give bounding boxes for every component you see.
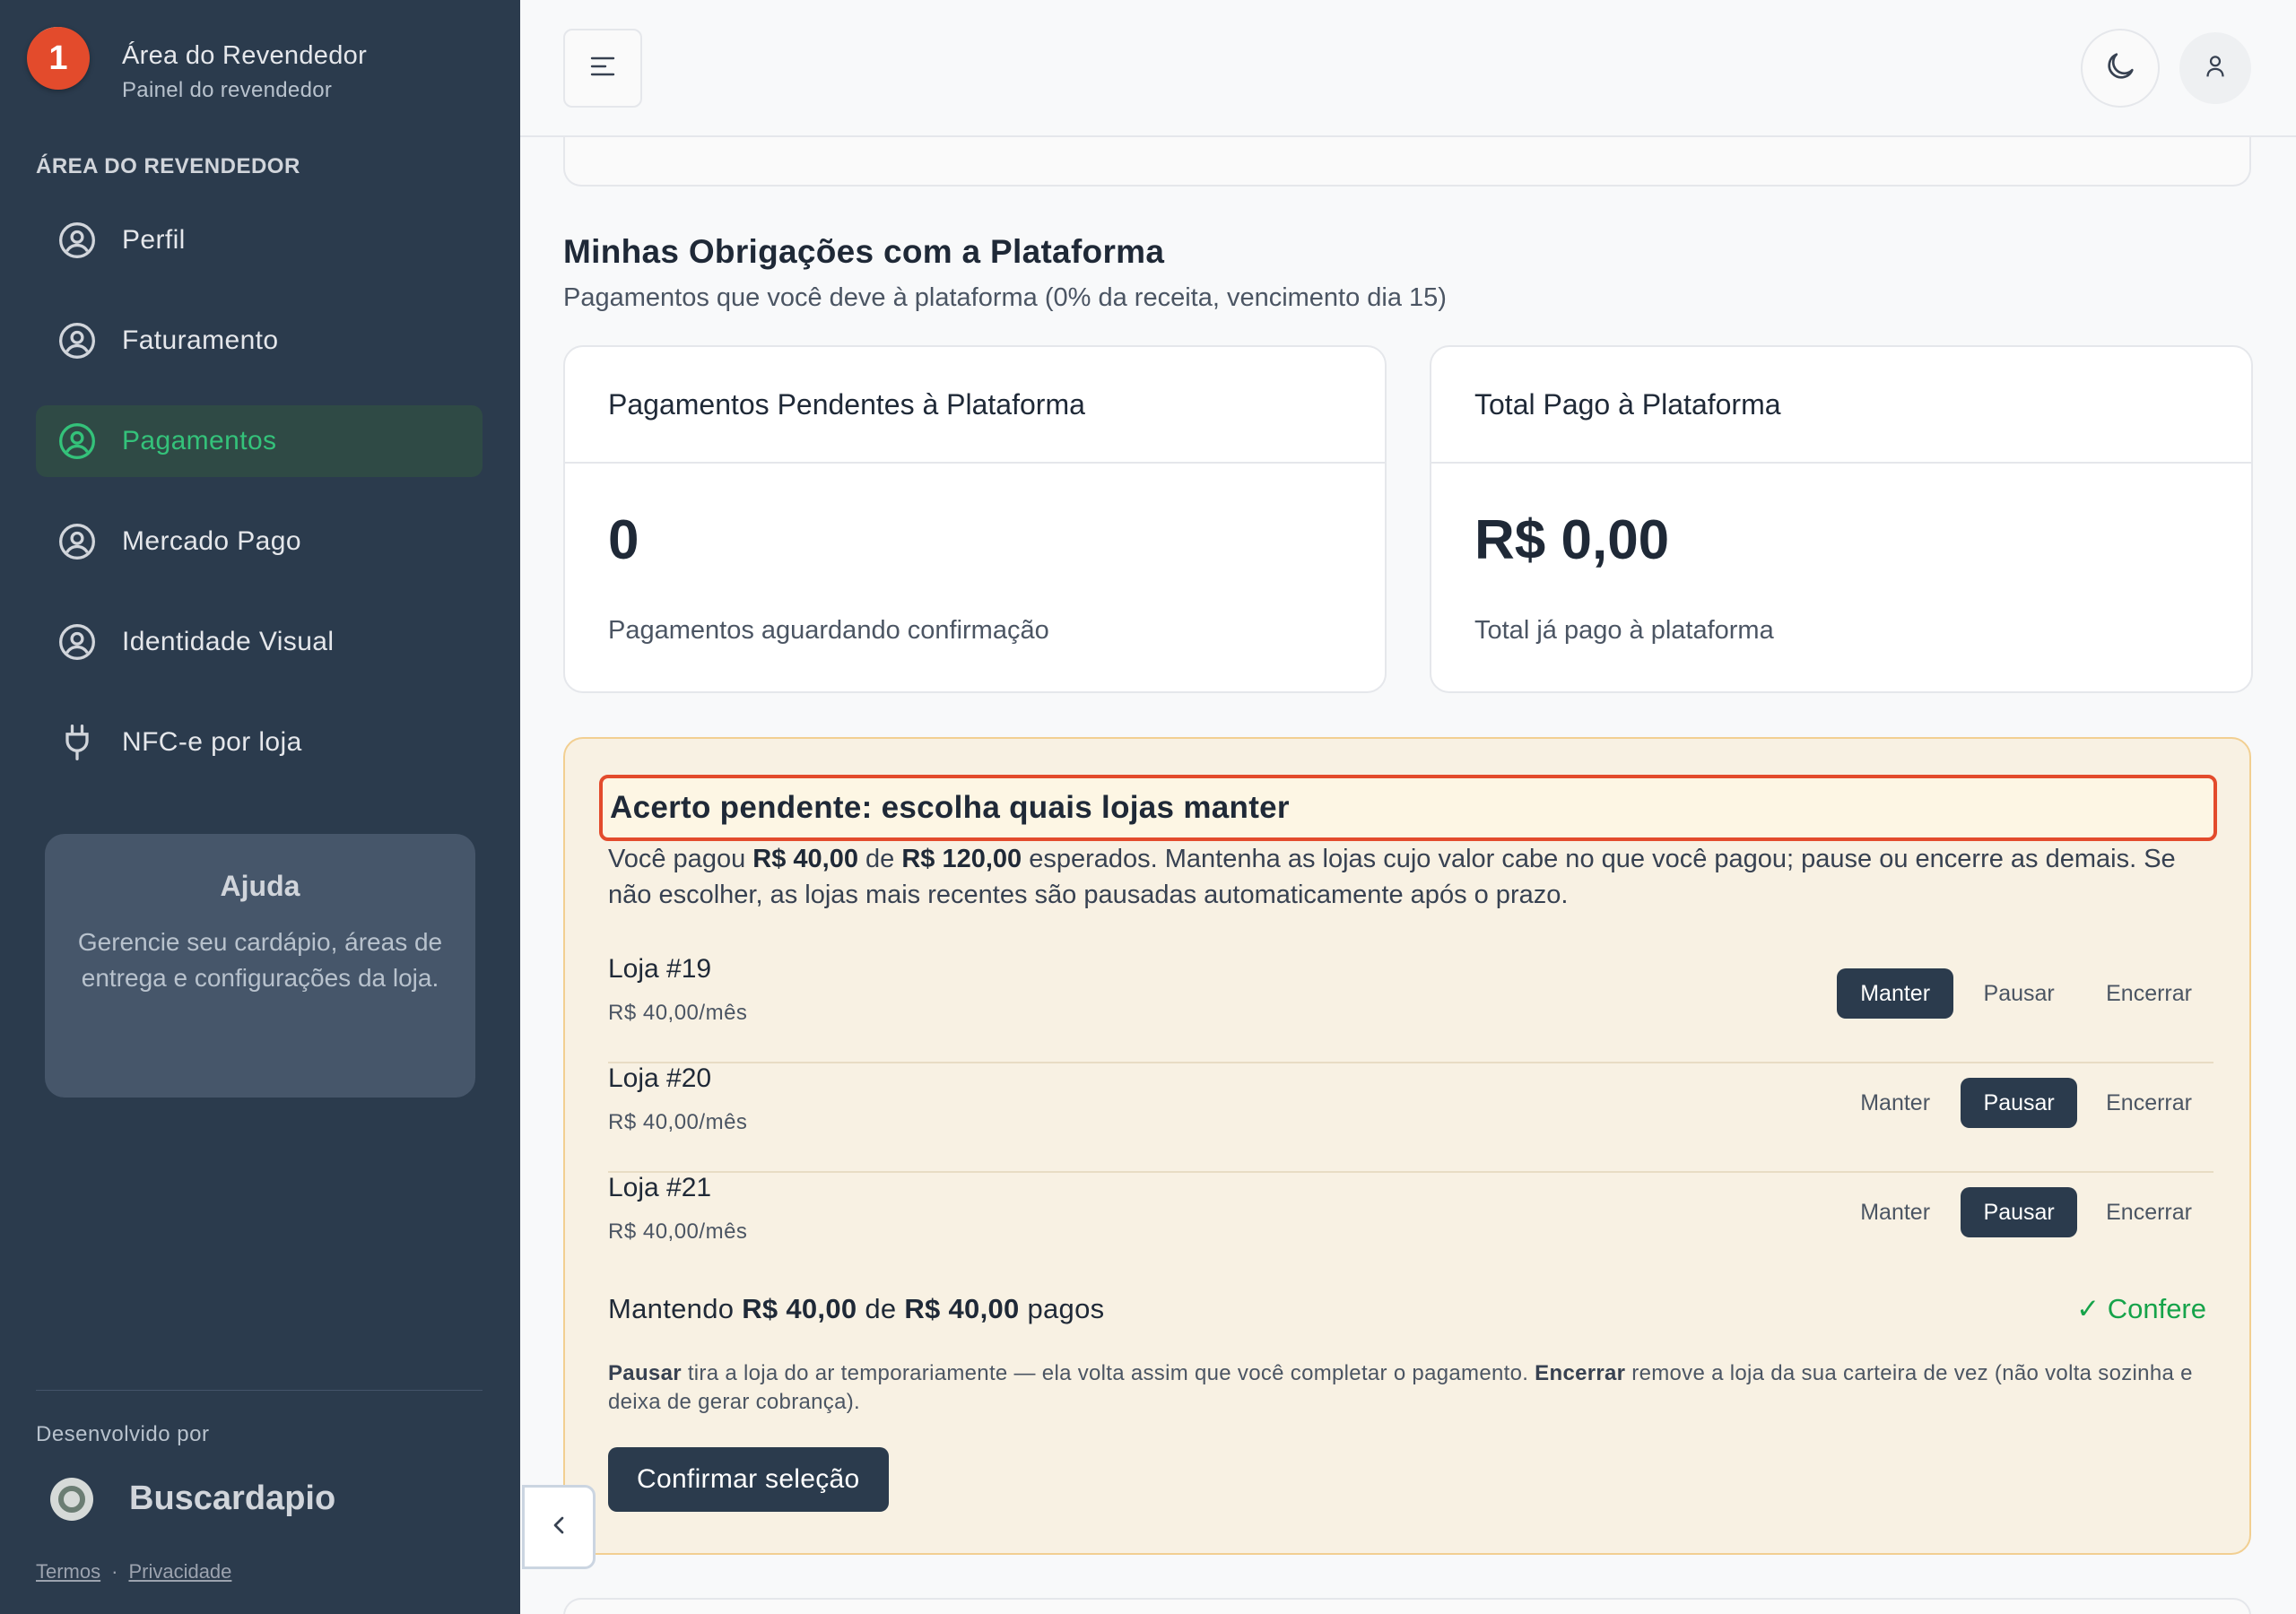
- paid-amount: R$ 40,00: [752, 845, 858, 873]
- confirm-selection-button[interactable]: Confirmar seleção: [608, 1447, 889, 1512]
- sidebar-item-label: Mercado Pago: [122, 526, 301, 556]
- settlement-title: Acerto pendente: escolha quais lojas man…: [610, 790, 1290, 825]
- pending-payments-card: Pagamentos Pendentes à Plataforma 0 Paga…: [563, 345, 1387, 693]
- topbar: [520, 0, 2296, 137]
- help-text: Gerencie seu cardápio, áreas de entrega …: [77, 928, 443, 992]
- settlement-title-box: Acerto pendente: escolha quais lojas man…: [599, 775, 2217, 841]
- store-option-group: Manter Pausar Encerrar: [1837, 968, 2213, 1019]
- collapse-sidebar-button[interactable]: [522, 1485, 596, 1569]
- sidebar-nav: Perfil Faturamento Pagamentos Mercado Pa…: [36, 204, 483, 807]
- store-price: R$ 40,00/mês: [608, 1001, 748, 1025]
- keeping-summary: Mantendo R$ 40,00 de R$ 40,00 pagos: [608, 1293, 1105, 1324]
- terms-link[interactable]: Termos: [36, 1560, 100, 1583]
- pending-card-value: 0: [608, 509, 639, 571]
- sidebar-divider: [36, 1390, 483, 1391]
- brand-subtitle: Painel do revendedor: [122, 78, 333, 102]
- theme-toggle-button[interactable]: [2081, 29, 2160, 108]
- sidebar-item-perfil[interactable]: Perfil: [36, 204, 483, 276]
- keep-option[interactable]: Manter: [1837, 1187, 1953, 1237]
- store-row: Loja #19 R$ 40,00/mês Manter Pausar Ence…: [608, 954, 2213, 1063]
- developed-by-label: Desenvolvido por: [36, 1422, 210, 1446]
- store-price: R$ 40,00/mês: [608, 1110, 748, 1134]
- total-paid-card: Total Pago à Plataforma R$ 0,00 Total já…: [1430, 345, 2253, 693]
- notification-badge[interactable]: 1: [27, 27, 90, 90]
- pause-option[interactable]: Pausar: [1961, 1187, 2078, 1237]
- brand-title: Área do Revendedor: [122, 41, 368, 70]
- sidebar-item-label: Pagamentos: [122, 426, 277, 456]
- store-option-group: Manter Pausar Encerrar: [1837, 1078, 2213, 1128]
- user-circle-icon: [57, 622, 97, 662]
- pending-settlement-panel: Acerto pendente: escolha quais lojas man…: [563, 737, 2251, 1555]
- paid-card-description: Total já pago à plataforma: [1474, 616, 1774, 645]
- brand-text: Área do Revendedor Painel do revendedor: [122, 41, 367, 103]
- sidebar-item-nfce[interactable]: NFC-e por loja: [36, 707, 483, 778]
- settlement-note: Pausar tira a loja do ar temporariamente…: [608, 1361, 2193, 1414]
- user-circle-icon: [57, 321, 97, 360]
- sidebar-item-label: Perfil: [122, 225, 186, 255]
- keep-option[interactable]: Manter: [1837, 968, 1954, 1019]
- sidebar-item-label: Faturamento: [122, 325, 279, 355]
- expected-amount: R$ 120,00: [901, 845, 1022, 873]
- pending-card-title: Pagamentos Pendentes à Plataforma: [565, 347, 1385, 464]
- help-card: Ajuda Gerencie seu cardápio, áreas de en…: [45, 834, 475, 1098]
- user-circle-icon: [57, 421, 97, 461]
- keep-option[interactable]: Manter: [1837, 1078, 1953, 1128]
- paid-card-title: Total Pago à Plataforma: [1431, 347, 2251, 464]
- store-row: Loja #21 R$ 40,00/mês Manter Pausar Ence…: [608, 1173, 2213, 1282]
- store-name: Loja #21: [608, 1173, 712, 1202]
- footer-links: Termos · Privacidade: [36, 1560, 231, 1584]
- sidebar-item-identidade-visual[interactable]: Identidade Visual: [36, 606, 483, 678]
- store-name: Loja #20: [608, 1063, 712, 1093]
- pending-card-description: Pagamentos aguardando confirmação: [608, 616, 1049, 645]
- store-option-group: Manter Pausar Encerrar: [1837, 1187, 2213, 1237]
- end-option[interactable]: Encerrar: [2084, 1078, 2213, 1128]
- obligations-title: Minhas Obrigações com a Plataforma: [563, 233, 1165, 270]
- user-icon: [2200, 51, 2231, 86]
- user-circle-icon: [57, 221, 97, 260]
- end-option[interactable]: Encerrar: [2084, 968, 2213, 1019]
- pause-option[interactable]: Pausar: [1961, 1078, 2078, 1128]
- privacy-link[interactable]: Privacidade: [128, 1560, 231, 1583]
- kept-amount: R$ 40,00: [742, 1293, 857, 1324]
- store-price: R$ 40,00/mês: [608, 1219, 748, 1244]
- moon-icon: [2102, 48, 2138, 89]
- status-ok-badge: ✓ Confere: [2076, 1293, 2206, 1324]
- sidebar-item-label: NFC-e por loja: [122, 727, 302, 757]
- plug-icon: [57, 723, 97, 762]
- chevron-left-icon: [544, 1511, 573, 1544]
- obligations-subtitle: Pagamentos que você deve à plataforma (0…: [563, 283, 1447, 312]
- paid-card-value: R$ 0,00: [1474, 509, 1670, 571]
- sidebar: 1 Área do Revendedor Painel do revendedo…: [0, 0, 520, 1614]
- end-option[interactable]: Encerrar: [2084, 1187, 2213, 1237]
- store-name: Loja #19: [608, 954, 712, 984]
- store-row: Loja #20 R$ 40,00/mês Manter Pausar Ence…: [608, 1063, 2213, 1173]
- developer-name[interactable]: Buscardapio: [129, 1480, 335, 1518]
- sidebar-item-mercado-pago[interactable]: Mercado Pago: [36, 506, 483, 577]
- user-menu-button[interactable]: [2179, 32, 2251, 104]
- sidebar-item-faturamento[interactable]: Faturamento: [36, 305, 483, 377]
- settlement-description: Você pagou R$ 40,00 de R$ 120,00 esperad…: [608, 845, 2176, 909]
- sidebar-item-label: Identidade Visual: [122, 627, 335, 656]
- sidebar-section-label: ÁREA DO REVENDEDOR: [36, 154, 300, 178]
- menu-icon: [587, 50, 619, 87]
- user-circle-icon: [57, 522, 97, 561]
- menu-button[interactable]: [563, 29, 642, 108]
- buscardapio-logo-icon: [50, 1478, 93, 1521]
- next-card-edge: [563, 1598, 2251, 1614]
- summary-paid-amount: R$ 40,00: [904, 1293, 1020, 1324]
- help-title: Ajuda: [220, 870, 300, 902]
- link-separator: ·: [111, 1560, 118, 1583]
- pause-option[interactable]: Pausar: [1961, 968, 2077, 1019]
- sidebar-item-pagamentos[interactable]: Pagamentos: [36, 405, 483, 477]
